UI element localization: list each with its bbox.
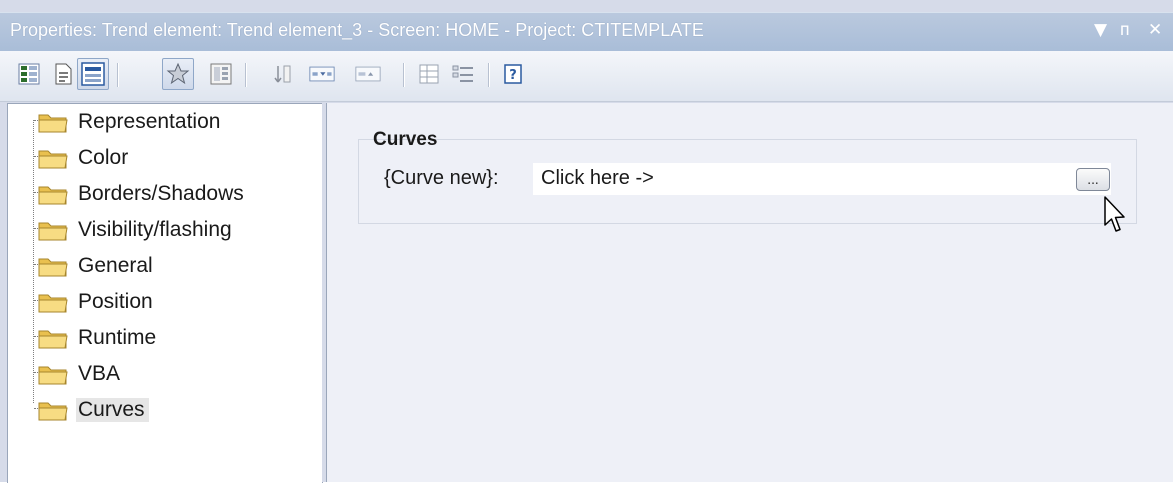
- category-tree: Representation Color Borders/Shadows Vis…: [7, 103, 323, 483]
- tree-item-position[interactable]: Position: [38, 286, 157, 318]
- tree-item-label: Position: [78, 290, 153, 313]
- group-title: Curves: [373, 129, 438, 150]
- tree-item-label: General: [78, 254, 153, 277]
- tree-item-vba[interactable]: VBA: [38, 358, 124, 390]
- folder-icon: [38, 114, 68, 133]
- toolbar-separator: [245, 63, 247, 87]
- folder-icon: [38, 330, 68, 349]
- property-list-icon[interactable]: [77, 58, 109, 90]
- help-icon[interactable]: ?: [500, 61, 526, 87]
- curve-new-field[interactable]: Click here ->: [533, 163, 1111, 195]
- list-icon[interactable]: [450, 61, 476, 87]
- folder-icon: [38, 402, 68, 421]
- expand-icon[interactable]: [355, 61, 381, 87]
- folder-icon: [38, 366, 68, 385]
- property-pane: Curves {Curve new}: Click here -> ...: [326, 103, 1173, 482]
- folder-icon: [38, 294, 68, 313]
- tree-item-label: Color: [78, 146, 129, 169]
- property-label: {Curve new}:: [384, 167, 499, 189]
- window-title: Properties: Trend element: Trend element…: [10, 20, 704, 40]
- toolbar-separator: [117, 63, 119, 87]
- folder-icon: [38, 150, 68, 169]
- mouse-cursor-icon: [1104, 196, 1125, 232]
- ellipsis-button[interactable]: ...: [1076, 168, 1110, 191]
- tree-item-runtime[interactable]: Runtime: [38, 322, 160, 354]
- toolbar-separator: [403, 63, 405, 87]
- tree-item-borders-shadows[interactable]: Borders/Shadows: [38, 178, 248, 210]
- tree-item-label: Visibility/flashing: [78, 218, 232, 241]
- favorites-icon[interactable]: [162, 58, 194, 90]
- tree-item-label: Representation: [78, 110, 221, 133]
- tree-item-curves[interactable]: Curves: [38, 394, 149, 426]
- collapse-icon[interactable]: [309, 61, 335, 87]
- svg-text:?: ?: [509, 68, 517, 83]
- window-dropdown-icon[interactable]: ▼: [1094, 20, 1107, 40]
- folder-icon: [38, 258, 68, 277]
- close-icon[interactable]: ✕: [1148, 20, 1162, 40]
- tree-line: [33, 120, 34, 403]
- page-view-icon[interactable]: [50, 61, 76, 87]
- tree-item-visibility-flashing[interactable]: Visibility/flashing: [38, 214, 236, 246]
- folder-icon: [38, 222, 68, 241]
- grid-view-icon[interactable]: [16, 61, 42, 87]
- sort-icon[interactable]: [270, 61, 296, 87]
- toolbar-separator: [488, 63, 490, 87]
- properties-icon[interactable]: [208, 61, 234, 87]
- tree-item-color[interactable]: Color: [38, 142, 132, 174]
- tree-item-label: Curves: [76, 398, 149, 422]
- toolbar: ?: [0, 51, 1173, 102]
- tree-item-label: VBA: [78, 362, 121, 385]
- tree-item-label: Borders/Shadows: [78, 182, 244, 205]
- tree-item-label: Runtime: [78, 326, 157, 349]
- folder-icon: [38, 186, 68, 205]
- tree-item-general[interactable]: General: [38, 250, 157, 282]
- property-value: Click here ->: [541, 167, 654, 189]
- grid-small-icon[interactable]: [416, 61, 442, 87]
- properties-window: Properties: Trend element: Trend element…: [0, 0, 1173, 483]
- title-bar[interactable]: Properties: Trend element: Trend element…: [0, 12, 1173, 52]
- pin-icon[interactable]: ᴨ: [1120, 20, 1130, 40]
- tree-item-representation[interactable]: Representation: [38, 106, 224, 138]
